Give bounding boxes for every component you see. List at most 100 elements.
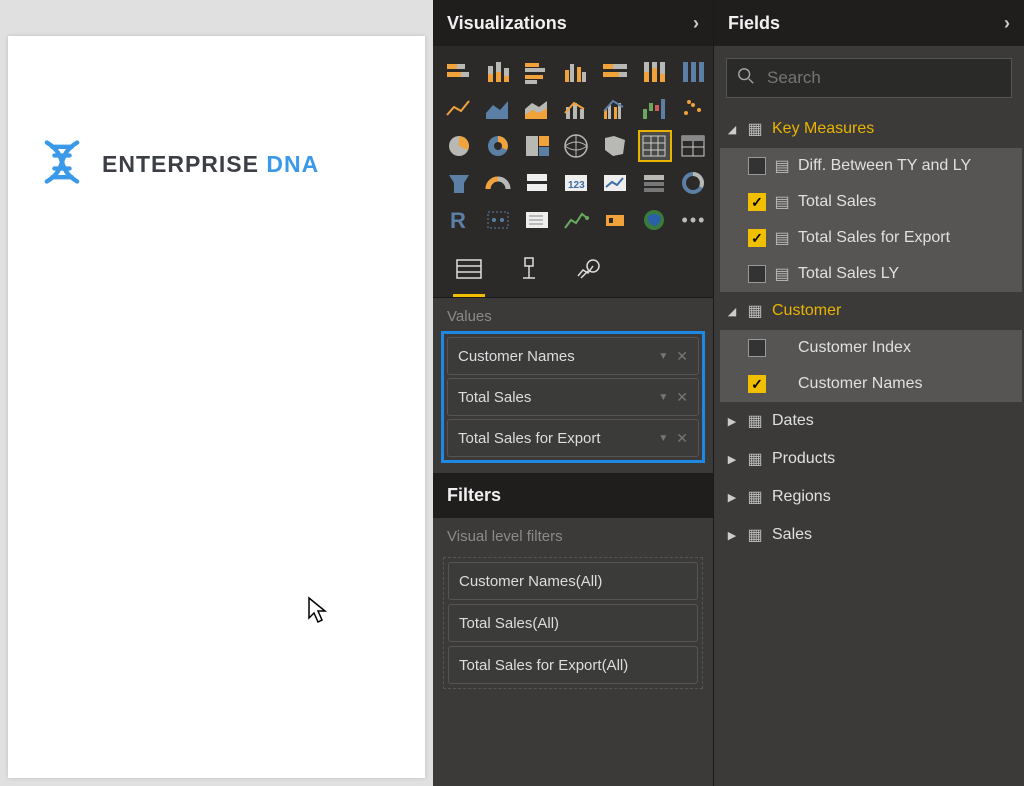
viz-stacked-area[interactable] — [521, 93, 555, 125]
caret-right-icon: ▶ — [726, 415, 738, 428]
table-regions[interactable]: ▶ ▦ Regions — [720, 478, 1022, 516]
viz-gauge[interactable] — [482, 167, 516, 199]
measure-table-icon: ▦ — [746, 119, 764, 139]
field-item[interactable]: ✓ ▤ Total Sales — [720, 184, 1022, 220]
fields-title: Fields — [728, 13, 780, 34]
format-tab[interactable] — [513, 250, 545, 297]
value-pill[interactable]: Total Sales ▼✕ — [447, 378, 699, 416]
field-label: Total Sales LY — [798, 265, 899, 283]
visualizations-header[interactable]: Visualizations › — [433, 0, 713, 46]
analytics-tab[interactable] — [573, 250, 605, 297]
dropdown-icon[interactable]: ▼ — [658, 392, 668, 403]
viz-100-stacked-column[interactable] — [638, 56, 672, 88]
checkbox[interactable]: ✓ — [748, 375, 766, 393]
dropdown-icon[interactable]: ▼ — [658, 433, 668, 444]
remove-icon[interactable]: ✕ — [676, 348, 688, 365]
table-icon: ▦ — [746, 487, 764, 507]
viz-100-stacked-bar[interactable] — [599, 56, 633, 88]
checkbox[interactable] — [748, 157, 766, 175]
viz-python-visual[interactable] — [482, 204, 516, 236]
checkbox[interactable] — [748, 265, 766, 283]
field-item[interactable]: ✓ ▤ Total Sales for Export — [720, 220, 1022, 256]
measure-icon: ▤ — [774, 192, 790, 212]
value-pill-label: Total Sales for Export — [458, 430, 601, 447]
viz-more-button[interactable]: ••• — [677, 204, 711, 236]
viz-donut[interactable] — [482, 130, 516, 162]
viz-funnel[interactable] — [443, 167, 477, 199]
visual-level-filters-well[interactable]: Customer Names(All) Total Sales(All) Tot… — [443, 557, 703, 689]
viz-clustered-column[interactable] — [560, 56, 594, 88]
table-sales[interactable]: ▶ ▦ Sales — [720, 516, 1022, 554]
report-canvas[interactable]: ENTERPRISE DNA — [8, 36, 425, 778]
viz-stacked-column[interactable] — [482, 56, 516, 88]
svg-text:R: R — [450, 208, 466, 233]
table-customer[interactable]: ◢ ▦ Customer — [720, 292, 1022, 330]
caret-down-icon: ◢ — [726, 123, 738, 136]
viz-map[interactable] — [560, 130, 594, 162]
viz-area[interactable] — [482, 93, 516, 125]
filter-pill[interactable]: Total Sales(All) — [448, 604, 698, 642]
svg-text:123: 123 — [568, 180, 585, 191]
chevron-right-icon: › — [1004, 13, 1010, 34]
logo-text: ENTERPRISE DNA — [102, 151, 319, 178]
table-dates[interactable]: ▶ ▦ Dates — [720, 402, 1022, 440]
visualization-gallery: 123 R ••• — [433, 46, 713, 242]
viz-clustered-bar[interactable] — [521, 56, 555, 88]
dropdown-icon[interactable]: ▼ — [658, 351, 668, 362]
viz-pie[interactable] — [443, 130, 477, 162]
table-label: Key Measures — [772, 120, 874, 138]
field-item[interactable]: ▤ Diff. Between TY and LY — [720, 148, 1022, 184]
checkbox[interactable]: ✓ — [748, 193, 766, 211]
viz-line-column[interactable] — [560, 93, 594, 125]
value-pill[interactable]: Customer Names ▼ ✕ — [447, 337, 699, 375]
fields-panel: Fields › ◢ ▦ Key Measures ▤ Diff. Betwee… — [714, 0, 1024, 786]
viz-scatter[interactable] — [677, 93, 711, 125]
table-products[interactable]: ▶ ▦ Products — [720, 440, 1022, 478]
checkbox[interactable] — [748, 339, 766, 357]
viz-filled-map[interactable] — [599, 130, 633, 162]
viz-ribbon[interactable] — [677, 56, 711, 88]
field-label: Total Sales — [798, 193, 876, 211]
viz-card[interactable]: 123 — [560, 167, 594, 199]
value-pill-label: Customer Names — [458, 348, 575, 365]
viz-r-visual[interactable]: R — [443, 204, 477, 236]
field-item[interactable]: Customer Index — [720, 330, 1022, 366]
fields-header[interactable]: Fields › — [714, 0, 1024, 46]
viz-slicer[interactable] — [638, 167, 672, 199]
filters-header[interactable]: Filters — [433, 473, 713, 518]
viz-kpi[interactable] — [599, 167, 633, 199]
remove-icon[interactable]: ✕ — [676, 430, 688, 447]
viz-matrix[interactable] — [677, 130, 711, 162]
viz-line-clustered-column[interactable] — [599, 93, 633, 125]
table-label: Products — [772, 450, 835, 468]
viz-treemap[interactable] — [521, 130, 555, 162]
checkbox[interactable]: ✓ — [748, 229, 766, 247]
field-label: Total Sales for Export — [798, 229, 950, 247]
search-input[interactable] — [765, 67, 1001, 89]
viz-donut-kpi[interactable] — [677, 167, 711, 199]
field-item[interactable]: ✓ Customer Names — [720, 366, 1022, 402]
visual-level-filters-label: Visual level filters — [433, 518, 713, 551]
values-well[interactable]: Customer Names ▼✕ Total Sales ▼✕ Total S… — [441, 331, 705, 463]
viz-key-influencers[interactable] — [521, 204, 555, 236]
filter-pill[interactable]: Customer Names(All) — [448, 562, 698, 600]
table-key-measures[interactable]: ◢ ▦ Key Measures — [720, 110, 1022, 148]
table-label: Customer — [772, 302, 841, 320]
viz-stacked-bar[interactable] — [443, 56, 477, 88]
viz-decomposition[interactable] — [560, 204, 594, 236]
fields-tab[interactable] — [453, 250, 485, 297]
fields-search[interactable] — [726, 58, 1012, 98]
viz-paginated[interactable] — [599, 204, 633, 236]
viz-line[interactable] — [443, 93, 477, 125]
field-label: Customer Index — [798, 339, 911, 357]
field-label: Customer Names — [798, 375, 922, 393]
field-item[interactable]: ▤ Total Sales LY — [720, 256, 1022, 292]
filter-pill[interactable]: Total Sales for Export(All) — [448, 646, 698, 684]
viz-multirow-card[interactable] — [521, 167, 555, 199]
remove-icon[interactable]: ✕ — [676, 389, 688, 406]
viz-table[interactable] — [638, 130, 672, 162]
viz-arcgis[interactable] — [638, 204, 672, 236]
viz-waterfall[interactable] — [638, 93, 672, 125]
value-pill[interactable]: Total Sales for Export ▼ ✕ — [447, 419, 699, 457]
enterprise-dna-logo: ENTERPRISE DNA — [36, 136, 319, 193]
